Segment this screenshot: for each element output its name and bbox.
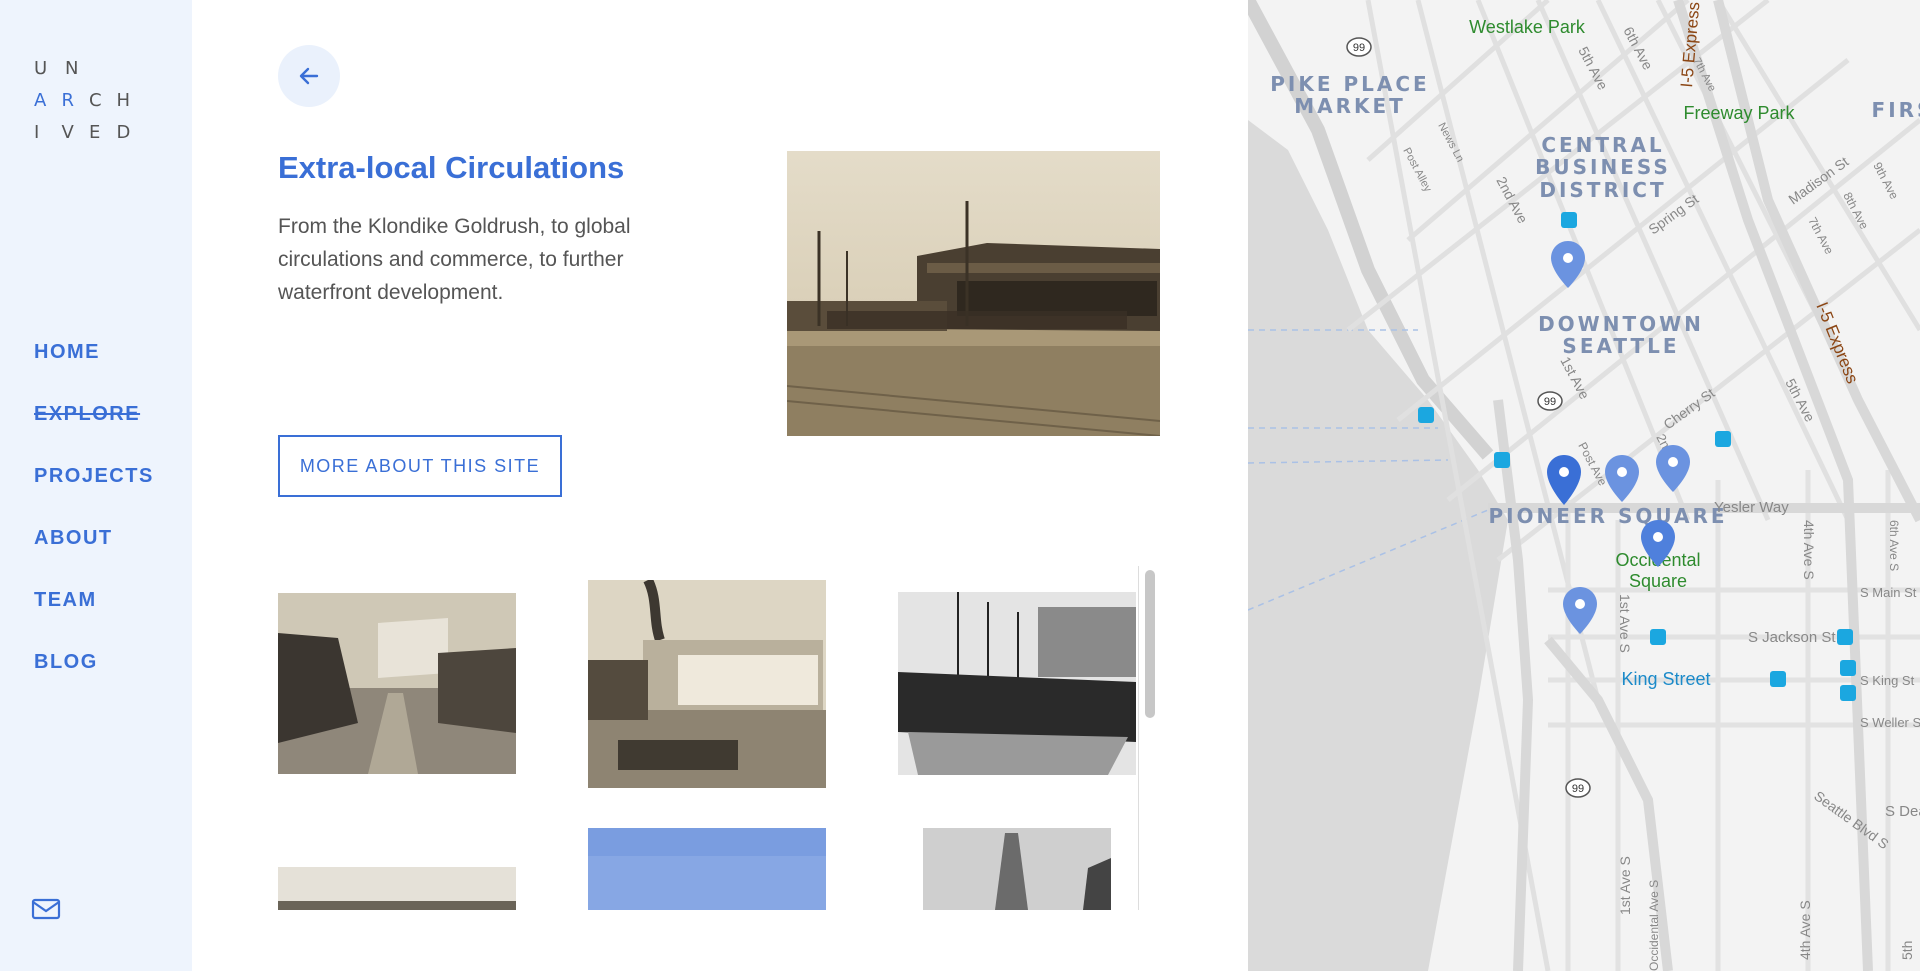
logo-letter: R <box>61 89 75 111</box>
main-nav: HOME EXPLORE PROJECTS ABOUT TEAM BLOG <box>34 332 154 704</box>
map[interactable]: PIKE PLACE MARKET CENTRAL BUSINESS DISTR… <box>1248 0 1920 971</box>
scrollbar-thumb[interactable] <box>1145 570 1155 718</box>
nav-explore[interactable]: EXPLORE <box>34 394 154 456</box>
gallery-photo-3[interactable] <box>898 592 1136 775</box>
back-button[interactable] <box>278 45 340 107</box>
street-label: S King St <box>1860 673 1915 688</box>
logo-letter: E <box>89 121 101 143</box>
hero-photo[interactable] <box>787 151 1160 436</box>
arrow-left-icon <box>299 67 319 85</box>
map-label-market: MARKET <box>1294 94 1406 118</box>
photo-gallery <box>278 566 1138 910</box>
gallery-scrollbar[interactable] <box>1138 566 1159 910</box>
logo-letter: V <box>61 121 74 143</box>
logo-letter: U <box>34 57 48 79</box>
gallery-photo-4[interactable] <box>278 867 516 910</box>
street-label: 4th Ave S <box>1797 900 1813 960</box>
more-about-site-button[interactable]: MORE ABOUT THIS SITE <box>278 435 562 497</box>
gallery-photo-6[interactable] <box>923 828 1111 910</box>
logo-letter: H <box>116 89 131 111</box>
street-label: 5th <box>1899 941 1915 960</box>
map-label-seattle: SEATTLE <box>1562 334 1679 358</box>
site-description: From the Klondike Goldrush, to global ci… <box>278 215 631 304</box>
map-label-central: CENTRAL <box>1541 133 1664 157</box>
street-label: 1st Ave S <box>1617 856 1633 915</box>
street-label: S Jackson St <box>1748 629 1836 646</box>
map-label-westlake-park: Westlake Park <box>1469 17 1586 37</box>
map-label-first-hill: FIRS <box>1872 98 1920 122</box>
logo-letter: A <box>34 89 47 111</box>
street-label: Occidental Ave S <box>1647 880 1661 971</box>
street-label: 6th Ave S <box>1887 520 1901 571</box>
shield-number: 99 <box>1353 42 1365 54</box>
street-label: S Weller St <box>1860 715 1920 730</box>
logo-letter: N <box>65 57 79 79</box>
street-label: S Main St <box>1860 585 1917 600</box>
logo-letter: D <box>116 121 131 143</box>
logo-letter: I <box>34 121 40 143</box>
nav-team[interactable]: TEAM <box>34 580 154 642</box>
nav-blog[interactable]: BLOG <box>34 642 154 704</box>
map-label-pike-place: PIKE PLACE <box>1270 72 1429 96</box>
street-label: S Dea <box>1885 803 1920 820</box>
gallery-photo-2[interactable] <box>588 580 826 788</box>
street-label: 4th Ave S <box>1801 520 1817 580</box>
nav-home[interactable]: HOME <box>34 332 154 394</box>
site-logo[interactable]: UN ARCH IVED <box>34 52 144 148</box>
map-label-district: DISTRICT <box>1539 178 1666 202</box>
map-label-freeway-park: Freeway Park <box>1683 103 1795 123</box>
street-label: Yesler Way <box>1714 499 1789 516</box>
sidebar: UN ARCH IVED HOME EXPLORE PROJECTS ABOUT… <box>0 0 192 971</box>
page-title: Extra-local Circulations <box>278 150 625 185</box>
street-label: 1st Ave S <box>1617 594 1633 653</box>
nav-about[interactable]: ABOUT <box>34 518 154 580</box>
gallery-photo-5[interactable] <box>588 828 826 910</box>
map-label-pioneer-square: PIONEER SQUARE <box>1488 504 1727 528</box>
map-label-business: BUSINESS <box>1535 155 1671 179</box>
mail-icon[interactable] <box>31 897 61 921</box>
map-label-square: Square <box>1629 571 1687 591</box>
map-label-king-street: King Street <box>1621 669 1710 689</box>
logo-letter: C <box>89 89 102 111</box>
map-canvas[interactable]: PIKE PLACE MARKET CENTRAL BUSINESS DISTR… <box>1248 0 1920 971</box>
gallery-photo-1[interactable] <box>278 593 516 774</box>
shield-number: 99 <box>1544 396 1556 408</box>
shield-number: 99 <box>1572 783 1584 795</box>
nav-projects[interactable]: PROJECTS <box>34 456 154 518</box>
map-label-downtown: DOWNTOWN <box>1538 312 1704 336</box>
